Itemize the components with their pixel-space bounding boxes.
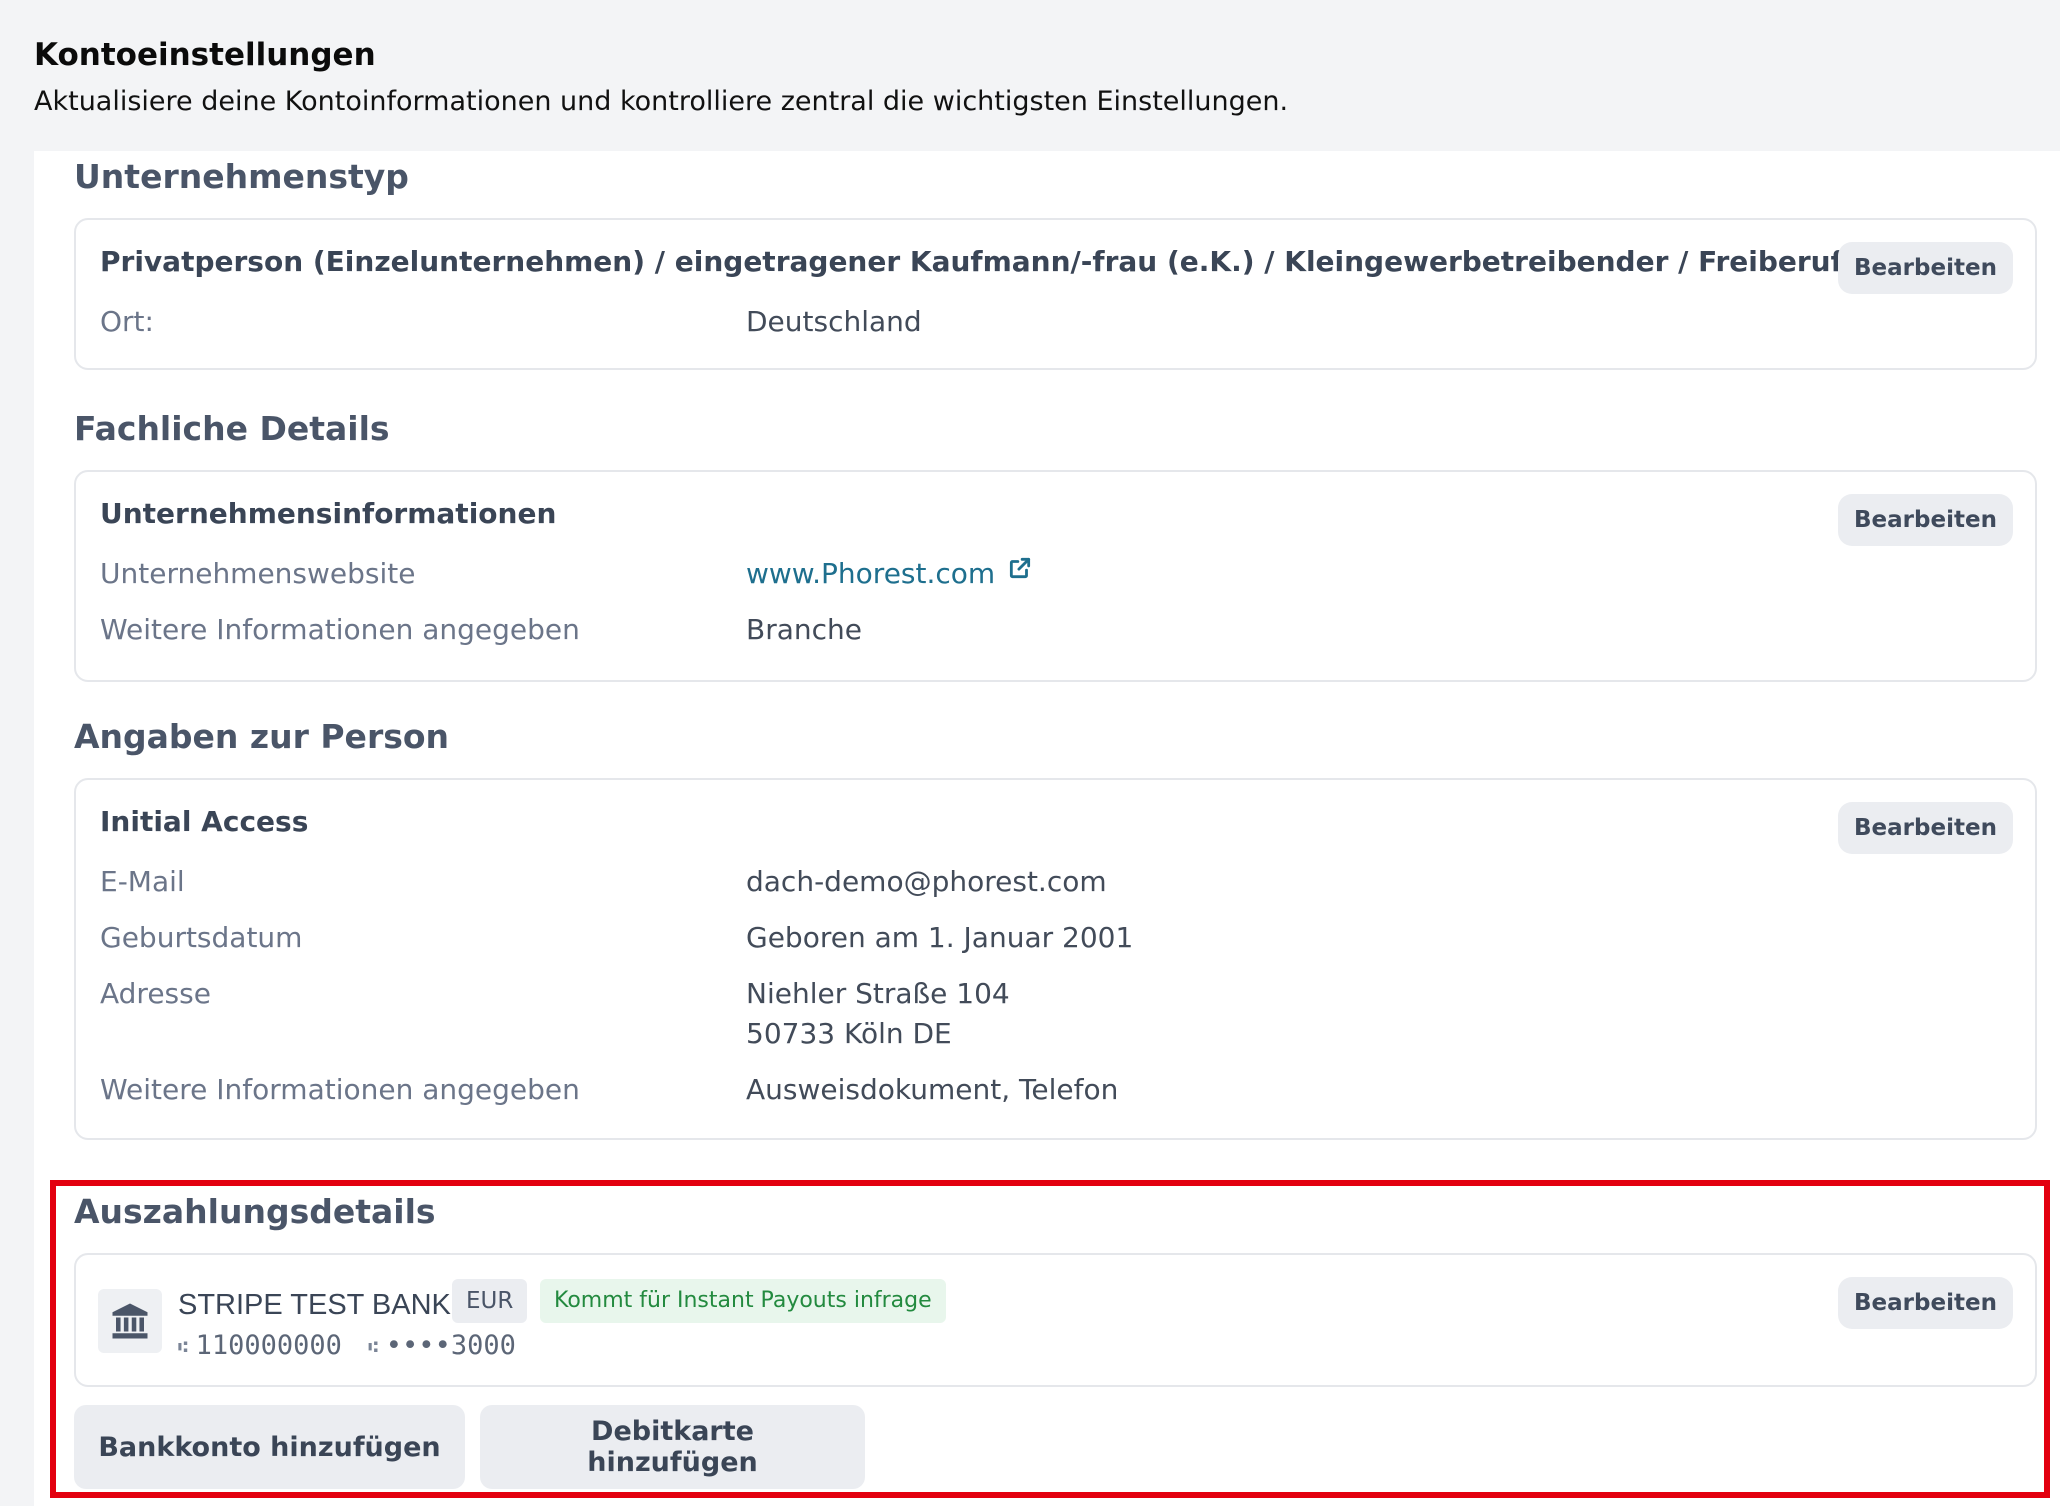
person-more-info-value: Ausweisdokument, Telefon: [746, 1073, 1119, 1106]
instant-payout-badge: Kommt für Instant Payouts infrage: [540, 1279, 946, 1323]
page-header: Kontoeinstellungen Aktualisiere deine Ko…: [34, 32, 2024, 122]
address-label: Adresse: [100, 977, 211, 1010]
person-card: Initial Access Bearbeiten E-Mail dach-de…: [74, 778, 2037, 1140]
website-value: www.Phorest.com: [746, 554, 1033, 594]
person-heading: Initial Access: [100, 805, 309, 838]
external-link-icon[interactable]: [1007, 552, 1033, 592]
section-title-company-type: Unternehmenstyp: [74, 157, 409, 196]
bank-icon: [98, 1289, 162, 1353]
add-debit-card-button[interactable]: Debitkarte hinzufügen: [480, 1405, 865, 1489]
company-info-heading: Unternehmensinformationen: [100, 497, 557, 530]
account-separator-icon: ⑆: [368, 1336, 378, 1356]
birth-date-label: Geburtsdatum: [100, 921, 303, 954]
edit-bank-account-button[interactable]: Bearbeiten: [1838, 1277, 2013, 1329]
bank-name: STRIPE TEST BANK: [178, 1289, 451, 1321]
website-label: Unternehmenswebsite: [100, 557, 416, 590]
company-type-card: Privatperson (Einzelunternehmen) / einge…: [74, 218, 2037, 370]
account-number-masked: ••••3000: [385, 1330, 516, 1361]
routing-separator-icon: ⑆: [178, 1336, 188, 1356]
section-title-person: Angaben zur Person: [74, 717, 450, 756]
settings-content: Unternehmenstyp Privatperson (Einzelunte…: [34, 151, 2060, 1506]
edit-person-button[interactable]: Bearbeiten: [1838, 802, 2013, 854]
person-more-info-label: Weitere Informationen angegeben: [100, 1073, 580, 1106]
section-title-payout: Auszahlungsdetails: [74, 1192, 436, 1231]
address-value: Niehler Straße 104 50733 Köln DE: [746, 974, 1010, 1054]
company-more-info-label: Weitere Informationen angegeben: [100, 613, 580, 646]
page-subtitle: Aktualisiere deine Kontoinformationen un…: [34, 86, 1289, 117]
add-bank-account-button[interactable]: Bankkonto hinzufügen: [74, 1405, 465, 1489]
company-more-info-value: Branche: [746, 613, 862, 646]
email-value: dach-demo@phorest.com: [746, 865, 1107, 898]
bank-account-card: STRIPE TEST BANK EUR Kommt für Instant P…: [74, 1253, 2037, 1387]
address-line-1: Niehler Straße 104: [746, 977, 1010, 1010]
location-label: Ort:: [100, 305, 154, 338]
website-link[interactable]: www.Phorest.com: [746, 557, 995, 590]
address-line-2: 50733 Köln DE: [746, 1017, 952, 1050]
section-title-professional-details: Fachliche Details: [74, 409, 390, 448]
account-numbers: ⑆ 110000000 ⑆ ••••3000: [178, 1327, 516, 1366]
company-type-heading: Privatperson (Einzelunternehmen) / einge…: [100, 245, 1974, 278]
company-info-card: Unternehmensinformationen Bearbeiten Unt…: [74, 470, 2037, 682]
edit-company-type-button[interactable]: Bearbeiten: [1838, 242, 2013, 294]
email-label: E-Mail: [100, 865, 185, 898]
routing-number: 110000000: [195, 1330, 342, 1361]
edit-company-info-button[interactable]: Bearbeiten: [1838, 494, 2013, 546]
page-title: Kontoeinstellungen: [34, 37, 376, 73]
birth-date-value: Geboren am 1. Januar 2001: [746, 921, 1134, 954]
location-value: Deutschland: [746, 305, 922, 338]
currency-badge: EUR: [452, 1279, 528, 1323]
